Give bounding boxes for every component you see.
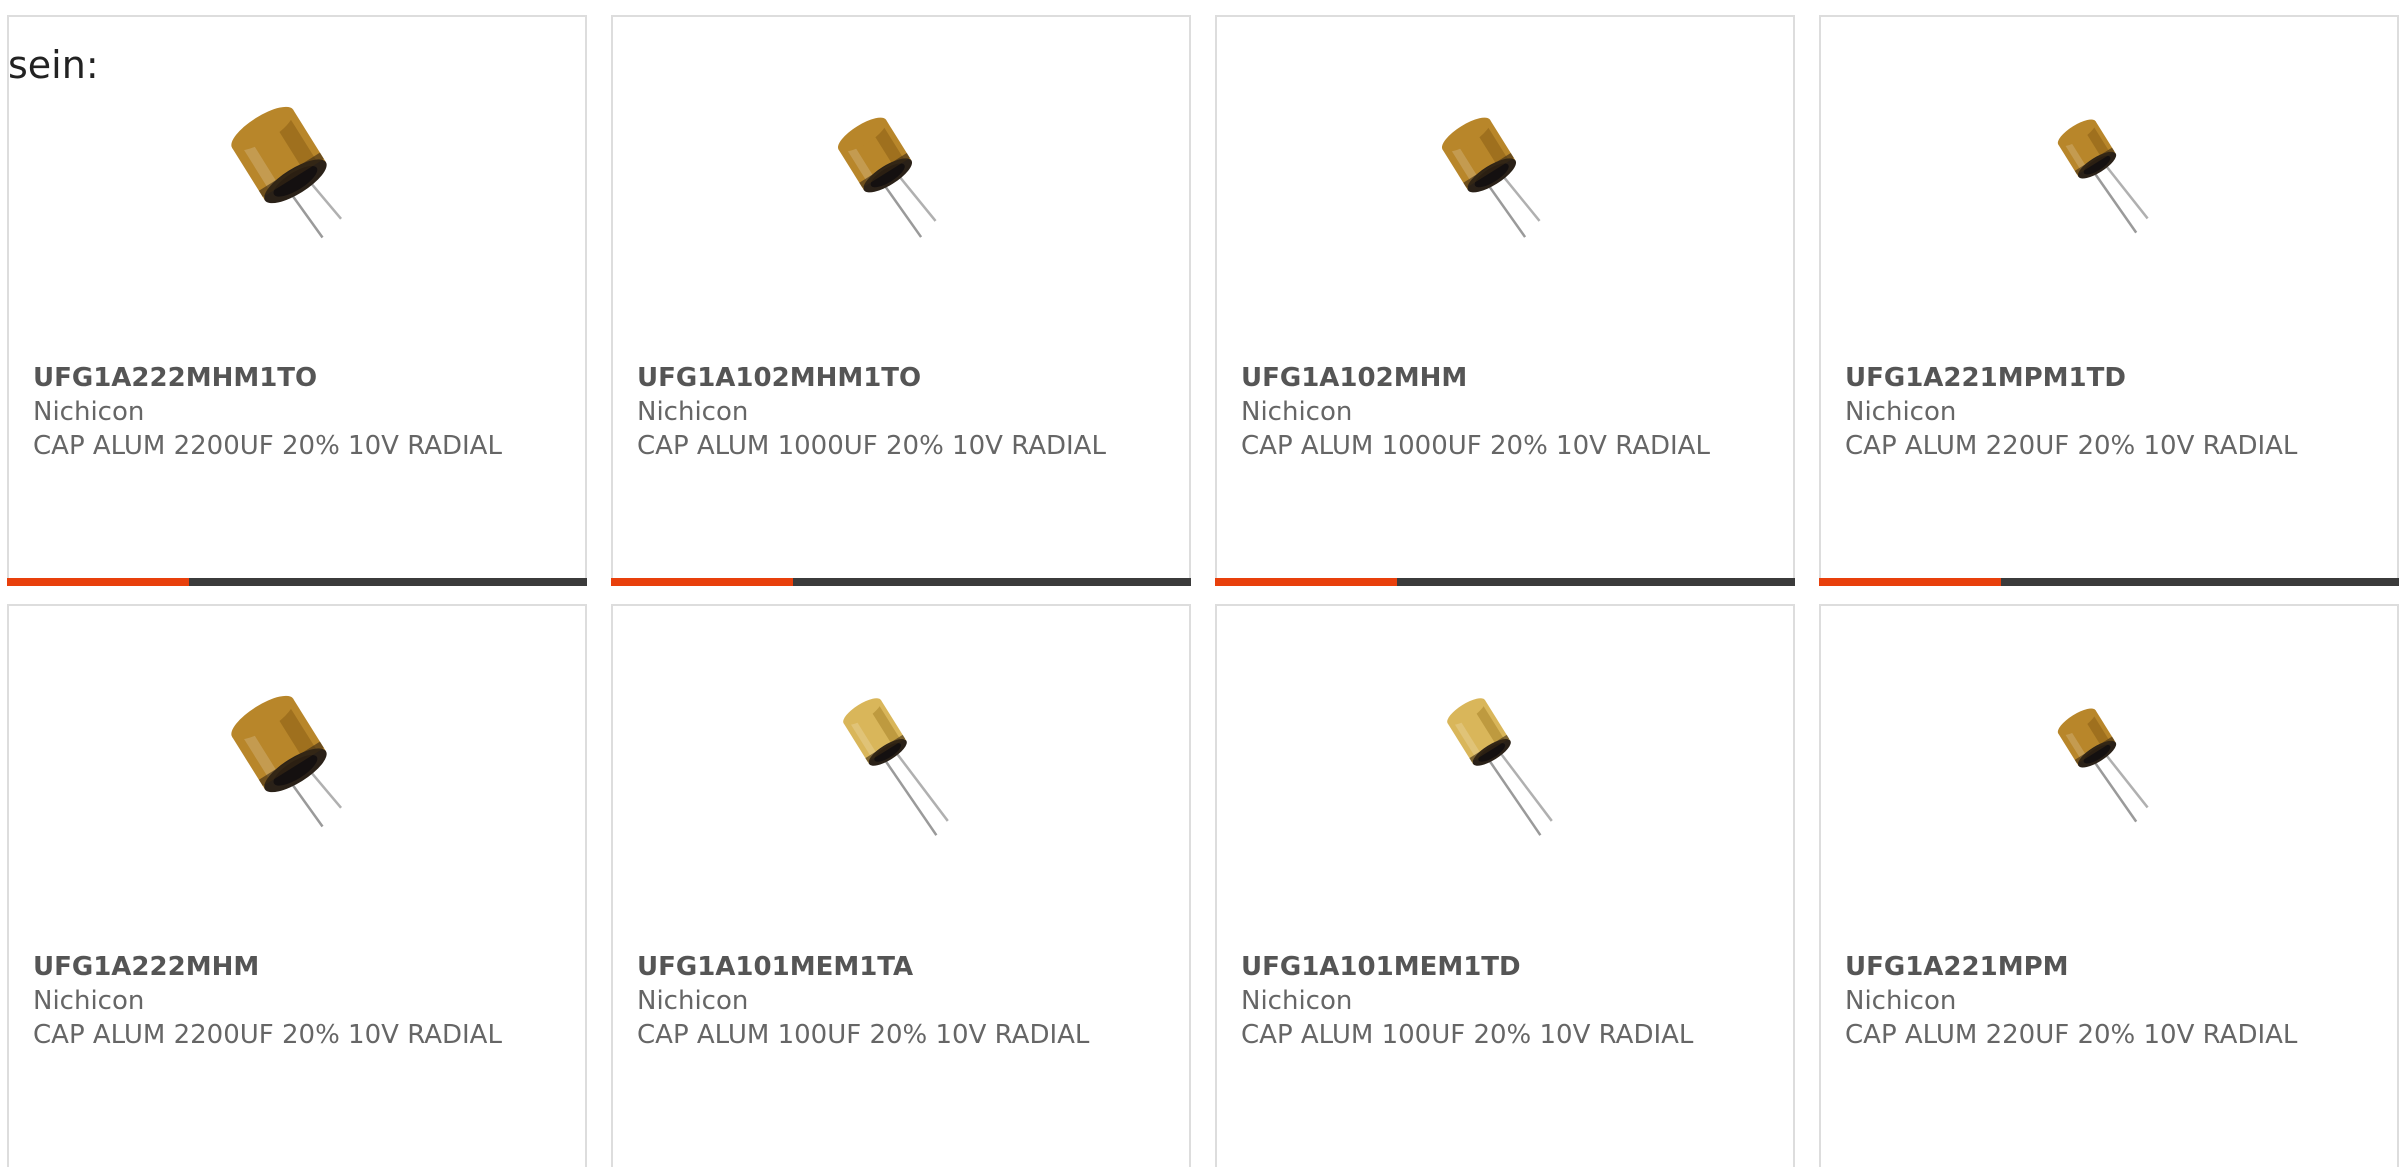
card-accent (1215, 578, 1397, 586)
description: CAP ALUM 220UF 20% 10V RADIAL (1845, 431, 2298, 461)
part-number[interactable]: UFG1A221MPM1TD (1845, 361, 2365, 395)
card-bottom-bar (1819, 578, 2399, 586)
manufacturer: Nichicon (637, 397, 749, 427)
manufacturer: Nichicon (637, 986, 749, 1016)
part-number[interactable]: UFG1A102MHM1TO (637, 361, 1157, 395)
product-info: UFG1A221MPM1TD Nichicon CAP ALUM 220UF 2… (1845, 361, 2365, 463)
capacitor-medium-image (837, 117, 937, 238)
manufacturer: Nichicon (1241, 986, 1353, 1016)
card-accent (7, 578, 189, 586)
capacitor-large-image (231, 106, 343, 239)
product-card[interactable]: UFG1A101MEM1TA Nichicon CAP ALUM 100UF 2… (611, 604, 1191, 1167)
part-number[interactable]: UFG1A221MPM (1845, 950, 2365, 984)
part-number[interactable]: UFG1A101MEM1TA (637, 950, 1157, 984)
manufacturer: Nichicon (1845, 397, 1957, 427)
capacitor-slim-image (1447, 698, 1553, 836)
product-card[interactable]: UFG1A221MPM Nichicon CAP ALUM 220UF 20% … (1819, 604, 2399, 1167)
part-number[interactable]: UFG1A222MHM (33, 950, 553, 984)
product-card[interactable]: UFG1A221MPM1TD Nichicon CAP ALUM 220UF 2… (1819, 15, 2399, 586)
product-info: UFG1A221MPM Nichicon CAP ALUM 220UF 20% … (1845, 950, 2365, 1052)
product-info: UFG1A101MEM1TD Nichicon CAP ALUM 100UF 2… (1241, 950, 1761, 1052)
product-card[interactable]: UFG1A222MHM1TO Nichicon CAP ALUM 2200UF … (7, 15, 587, 586)
product-info: UFG1A222MHM1TO Nichicon CAP ALUM 2200UF … (33, 361, 553, 463)
card-accent (1819, 578, 2001, 586)
product-info: UFG1A102MHM1TO Nichicon CAP ALUM 1000UF … (637, 361, 1157, 463)
description: CAP ALUM 100UF 20% 10V RADIAL (637, 1020, 1090, 1050)
description: CAP ALUM 2200UF 20% 10V RADIAL (33, 431, 502, 461)
card-accent (611, 578, 793, 586)
description: CAP ALUM 220UF 20% 10V RADIAL (1845, 1020, 2298, 1050)
description: CAP ALUM 2200UF 20% 10V RADIAL (33, 1020, 502, 1050)
description: CAP ALUM 1000UF 20% 10V RADIAL (1241, 431, 1710, 461)
manufacturer: Nichicon (1241, 397, 1353, 427)
product-card[interactable]: UFG1A101MEM1TD Nichicon CAP ALUM 100UF 2… (1215, 604, 1795, 1167)
part-number[interactable]: UFG1A102MHM (1241, 361, 1761, 395)
capacitor-slim-image (843, 698, 949, 836)
product-card[interactable]: UFG1A102MHM1TO Nichicon CAP ALUM 1000UF … (611, 15, 1191, 586)
product-info: UFG1A222MHM Nichicon CAP ALUM 2200UF 20%… (33, 950, 553, 1052)
description: CAP ALUM 1000UF 20% 10V RADIAL (637, 431, 1106, 461)
intro-text: sein: (8, 43, 99, 87)
card-bottom-bar (7, 578, 587, 586)
capacitor-small-image (2057, 708, 2149, 823)
card-bottom-bar (611, 578, 1191, 586)
capacitor-large-image (231, 695, 343, 828)
product-info: UFG1A102MHM Nichicon CAP ALUM 1000UF 20%… (1241, 361, 1761, 463)
manufacturer: Nichicon (33, 986, 145, 1016)
capacitor-small-image (2057, 119, 2149, 234)
card-bottom-bar (1215, 578, 1795, 586)
capacitor-medium-image (1441, 117, 1541, 238)
manufacturer: Nichicon (1845, 986, 1957, 1016)
product-info: UFG1A101MEM1TA Nichicon CAP ALUM 100UF 2… (637, 950, 1157, 1052)
product-card[interactable]: UFG1A222MHM Nichicon CAP ALUM 2200UF 20%… (7, 604, 587, 1167)
part-number[interactable]: UFG1A222MHM1TO (33, 361, 553, 395)
part-number[interactable]: UFG1A101MEM1TD (1241, 950, 1761, 984)
product-card[interactable]: UFG1A102MHM Nichicon CAP ALUM 1000UF 20%… (1215, 15, 1795, 586)
manufacturer: Nichicon (33, 397, 145, 427)
description: CAP ALUM 100UF 20% 10V RADIAL (1241, 1020, 1694, 1050)
product-grid: UFG1A222MHM1TO Nichicon CAP ALUM 2200UF … (7, 15, 2400, 1167)
